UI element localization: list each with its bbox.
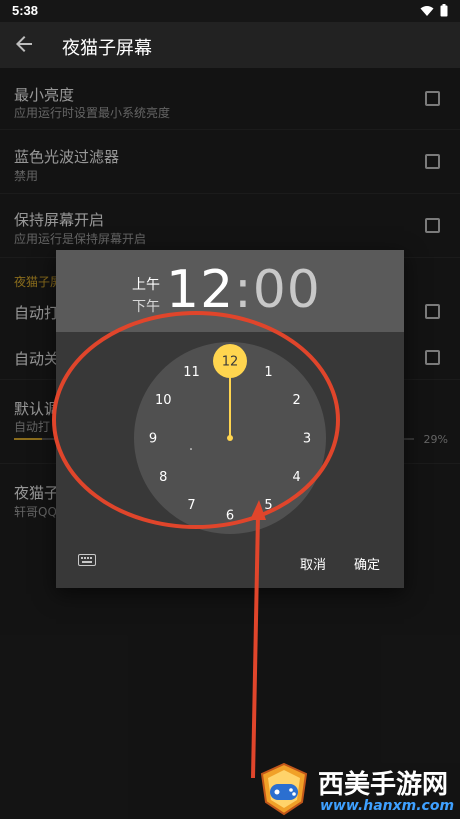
watermark-url: www.hanxm.com (320, 798, 455, 814)
annotation-arrow-head (250, 500, 266, 520)
watermark: 西美手游网 www.hanxm.com (258, 762, 458, 816)
annotation-arrow-line (251, 514, 260, 779)
watermark-title: 西美手游网 (318, 770, 449, 800)
annotation-overlay (52, 311, 340, 779)
gamepad-shield-logo (260, 762, 308, 816)
annotation-ellipse (52, 311, 340, 529)
